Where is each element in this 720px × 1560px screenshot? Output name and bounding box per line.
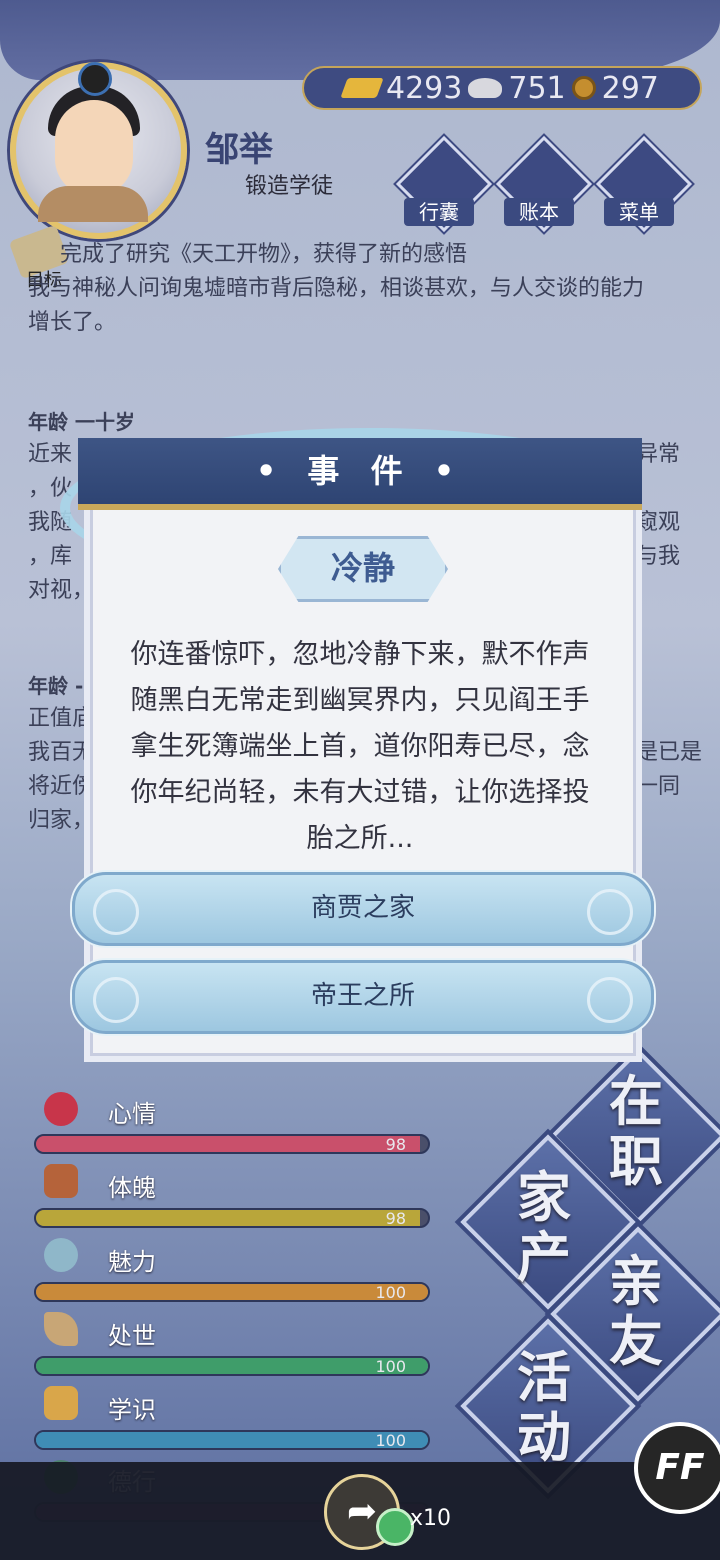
stat-label-charm: 魅力 <box>108 1248 156 1276</box>
cloud-pattern-icon <box>93 977 139 1023</box>
stat-bar-mood: 98 <box>34 1134 430 1154</box>
choice-merchant-family[interactable]: 商贾之家 <box>72 872 654 946</box>
age-heading: 年龄 - <box>28 674 84 698</box>
log-line: 近来 <box>28 442 73 467</box>
log-line: 一同 <box>636 774 681 799</box>
copper-coin-icon <box>571 76 596 100</box>
stat-value: 100 <box>375 1431 406 1450</box>
stat-bar-worldly: 100 <box>34 1356 430 1376</box>
age-heading: 年龄 一十岁 <box>28 410 135 434</box>
stat-value: 98 <box>385 1209 406 1228</box>
log-line: 增长了。 <box>28 310 117 335</box>
log-line: ，库 <box>28 544 73 569</box>
choice-label: 帝王之所 <box>310 981 415 1011</box>
bag-label: 行囊 <box>404 198 474 226</box>
menu-label: 菜单 <box>604 198 674 226</box>
stat-bar-fill <box>36 1358 428 1374</box>
stat-label-mood: 心情 <box>108 1100 156 1128</box>
mood-flower-icon <box>44 1092 78 1126</box>
event-description: 你连番惊吓，忽地冷静下来，默不作声随黑白无常走到幽冥界内，只见阎王手拿生死簿端坐… <box>130 639 590 854</box>
stat-label-worldly: 处世 <box>108 1322 156 1350</box>
choice-label: 商贾之家 <box>310 893 415 923</box>
house-label: 家产 <box>517 1166 571 1289</box>
currency-bar: 4293 751 297 <box>302 66 702 110</box>
log-line: 异常 <box>636 442 681 467</box>
cloud-pattern-icon <box>587 889 633 935</box>
silver-amount: 751 <box>508 70 566 106</box>
stat-bar-fill <box>36 1432 428 1448</box>
stat-label-knowledge: 学识 <box>108 1396 156 1424</box>
gold-amount: 4293 <box>386 70 463 106</box>
event-name: 冷静 <box>278 536 448 602</box>
log-line: 正值庙 <box>28 706 95 731</box>
log-line: 完成了研究《天工开物》，获得了新的感悟 <box>60 242 468 267</box>
ledger-label: 账本 <box>504 198 574 226</box>
knowledge-books-icon <box>44 1386 78 1420</box>
physique-icon <box>44 1164 78 1198</box>
avatar-topknot <box>78 62 112 96</box>
stat-bar-physique: 98 <box>34 1208 430 1228</box>
log-line: 对视， <box>28 578 95 603</box>
share-arrow-icon: ➦ <box>346 1491 378 1532</box>
stat-bar-knowledge: 100 <box>34 1430 430 1450</box>
stat-bar-fill <box>36 1136 421 1152</box>
stat-bar-fill <box>36 1210 421 1226</box>
activity-label: 活动 <box>517 1346 571 1469</box>
event-name-tag: 冷静 <box>278 536 448 602</box>
log-line: 归家， <box>28 808 95 833</box>
log-line: 是已是 <box>636 740 703 765</box>
player-name: 邹举 <box>205 130 273 170</box>
cloud-pattern-icon <box>93 889 139 935</box>
stat-bar-charm: 100 <box>34 1282 430 1302</box>
log-line: 将近傍 <box>28 774 95 799</box>
cloud-pattern-icon <box>587 977 633 1023</box>
worldly-icon <box>44 1312 78 1346</box>
log-line: 我百无 <box>28 740 95 765</box>
choice-imperial-family[interactable]: 帝王之所 <box>72 960 654 1034</box>
log-line: 我与神秘人问询鬼墟暗市背后隐秘，相谈甚欢，与人交谈的能力 <box>28 276 645 301</box>
stat-value: 100 <box>375 1357 406 1376</box>
stat-label-physique: 体魄 <box>108 1174 156 1202</box>
jade-coin-icon <box>376 1508 414 1546</box>
avatar-face <box>55 100 133 196</box>
player-title: 锻造学徒 <box>245 174 334 199</box>
gold-ingot-icon <box>340 78 384 98</box>
fast-forward-button[interactable]: FF <box>634 1422 720 1514</box>
stat-value: 100 <box>375 1283 406 1302</box>
event-modal-title: • 事 件 • <box>255 452 465 490</box>
stat-value: 98 <box>385 1135 406 1154</box>
jade-multiplier: x10 <box>410 1506 452 1531</box>
silver-ingot-icon <box>468 78 503 98</box>
avatar-robe <box>38 186 148 222</box>
charm-mirror-icon <box>44 1238 78 1272</box>
coin-amount: 297 <box>601 70 659 106</box>
event-modal-header: • 事 件 • <box>78 438 642 510</box>
stat-bar-fill <box>36 1284 428 1300</box>
